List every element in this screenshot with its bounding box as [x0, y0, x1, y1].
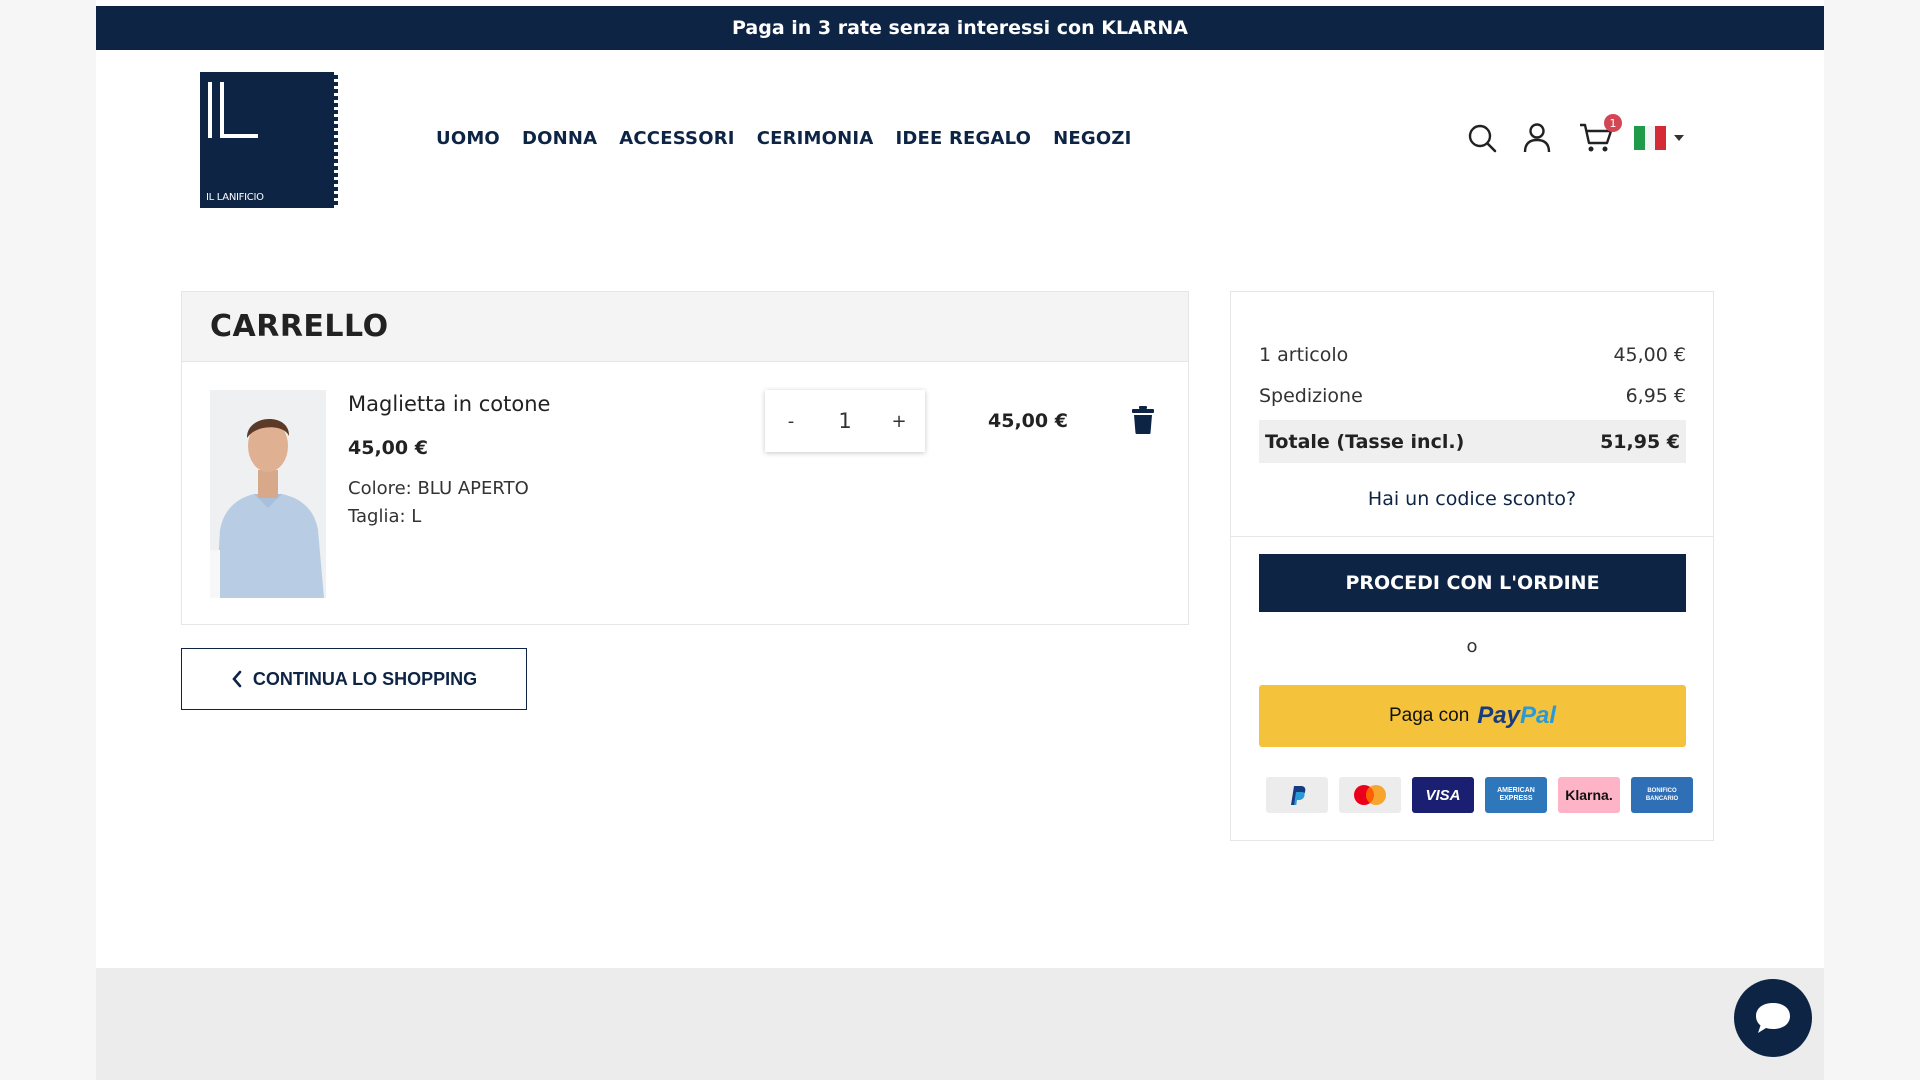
bank-transfer-icon: BONIFICO BANCARIO [1631, 777, 1693, 813]
total-label: Totale (Tasse incl.) [1265, 430, 1465, 453]
paypal-method-icon [1266, 777, 1328, 813]
chat-button[interactable] [1734, 979, 1812, 1057]
quantity-value[interactable]: 1 [838, 409, 851, 433]
items-subtotal: 45,00 € [1613, 344, 1686, 366]
shipping-cost: 6,95 € [1625, 385, 1686, 407]
items-count-label: 1 articolo [1259, 344, 1349, 366]
decrease-qty-button[interactable]: - [779, 411, 803, 432]
nav-uomo[interactable]: UOMO [436, 128, 500, 149]
product-color: Colore: BLU APERTO [348, 478, 529, 499]
summary-total-row: Totale (Tasse incl.) 51,95 € [1259, 420, 1686, 463]
summary-shipping-row: Spedizione 6,95 € [1259, 385, 1686, 407]
continue-shopping-label: CONTINUA LO SHOPPING [252, 668, 478, 689]
summary-items-row: 1 articolo 45,00 € [1259, 344, 1686, 366]
total-value: 51,95 € [1600, 430, 1680, 453]
or-separator: o [1466, 636, 1478, 657]
mastercard-icon [1339, 777, 1401, 813]
amex-icon: AMERICAN EXPRESS [1485, 777, 1547, 813]
cart-item: Maglietta in cotone 45,00 € Colore: BLU … [182, 362, 1188, 625]
nav-idee-regalo[interactable]: IDEE REGALO [895, 128, 1031, 149]
nav-negozi[interactable]: NEGOZI [1053, 128, 1131, 149]
product-price: 45,00 € [348, 437, 428, 459]
account-button[interactable] [1519, 120, 1555, 156]
continue-shopping-button[interactable]: CONTINUA LO SHOPPING [181, 648, 527, 710]
italy-flag-icon[interactable] [1634, 126, 1667, 150]
paypal-prefix: Paga con [1388, 705, 1470, 726]
header-actions: 1 [1464, 114, 1684, 156]
main-nav: UOMO DONNA ACCESSORI CERIMONIA IDEE REGA… [436, 128, 1132, 149]
proceed-checkout-button[interactable]: PROCEDI CON L'ORDINE [1259, 554, 1686, 612]
increase-qty-button[interactable]: + [887, 411, 911, 432]
cart-title: CARRELLO [210, 309, 389, 344]
search-icon [1468, 124, 1497, 153]
logo-monogram-icon [208, 82, 258, 138]
cart-panel: CARRELLO Maglietta in cotone 45,00 € Col… [181, 291, 1189, 625]
search-button[interactable] [1464, 120, 1500, 156]
chat-bubble-icon [1756, 1003, 1790, 1033]
promo-banner[interactable]: Paga in 3 rate senza interessi con KLARN… [96, 6, 1824, 50]
trash-icon[interactable] [1132, 406, 1154, 434]
product-name[interactable]: Maglietta in cotone [348, 392, 550, 416]
cart-button[interactable]: 1 [1578, 114, 1622, 156]
discount-code-link[interactable]: Hai un codice sconto? [1231, 488, 1713, 510]
summary-divider [1231, 536, 1713, 537]
nav-cerimonia[interactable]: CERIMONIA [757, 128, 874, 149]
quantity-stepper: - 1 + [765, 390, 925, 452]
proceed-checkout-label: PROCEDI CON L'ORDINE [1345, 572, 1600, 594]
chevron-left-icon [232, 670, 242, 688]
cart-count-badge: 1 [1604, 114, 1622, 132]
brand-logo[interactable]: IL LANIFICIO [200, 72, 342, 208]
shipping-label: Spedizione [1259, 385, 1363, 407]
paypal-logo: PayPal [1477, 702, 1557, 729]
klarna-icon: Klarna. [1558, 777, 1620, 813]
user-icon [1523, 123, 1551, 153]
product-photo [210, 390, 326, 598]
logo-stamp-edge [334, 72, 342, 208]
product-image[interactable] [210, 390, 326, 598]
line-total: 45,00 € [988, 410, 1068, 432]
promo-text: Paga in 3 rate senza interessi con KLARN… [732, 17, 1188, 39]
footer-area [96, 968, 1824, 1080]
product-size: Taglia: L [348, 506, 422, 527]
nav-accessori[interactable]: ACCESSORI [619, 128, 734, 149]
cart-header: CARRELLO [182, 292, 1188, 362]
chevron-down-icon[interactable] [1674, 135, 1684, 141]
site-header: IL LANIFICIO UOMO DONNA ACCESSORI CERIMO… [96, 50, 1824, 230]
nav-donna[interactable]: DONNA [522, 128, 597, 149]
payment-methods: VISA AMERICAN EXPRESS Klarna. BONIFICO BAN… [1266, 777, 1693, 813]
paypal-checkout-button[interactable]: Paga con PayPal [1259, 685, 1686, 747]
order-summary: 1 articolo 45,00 € Spedizione 6,95 € Tot… [1230, 291, 1714, 841]
visa-icon: VISA [1412, 777, 1474, 813]
logo-wordmark: IL LANIFICIO [206, 192, 264, 203]
